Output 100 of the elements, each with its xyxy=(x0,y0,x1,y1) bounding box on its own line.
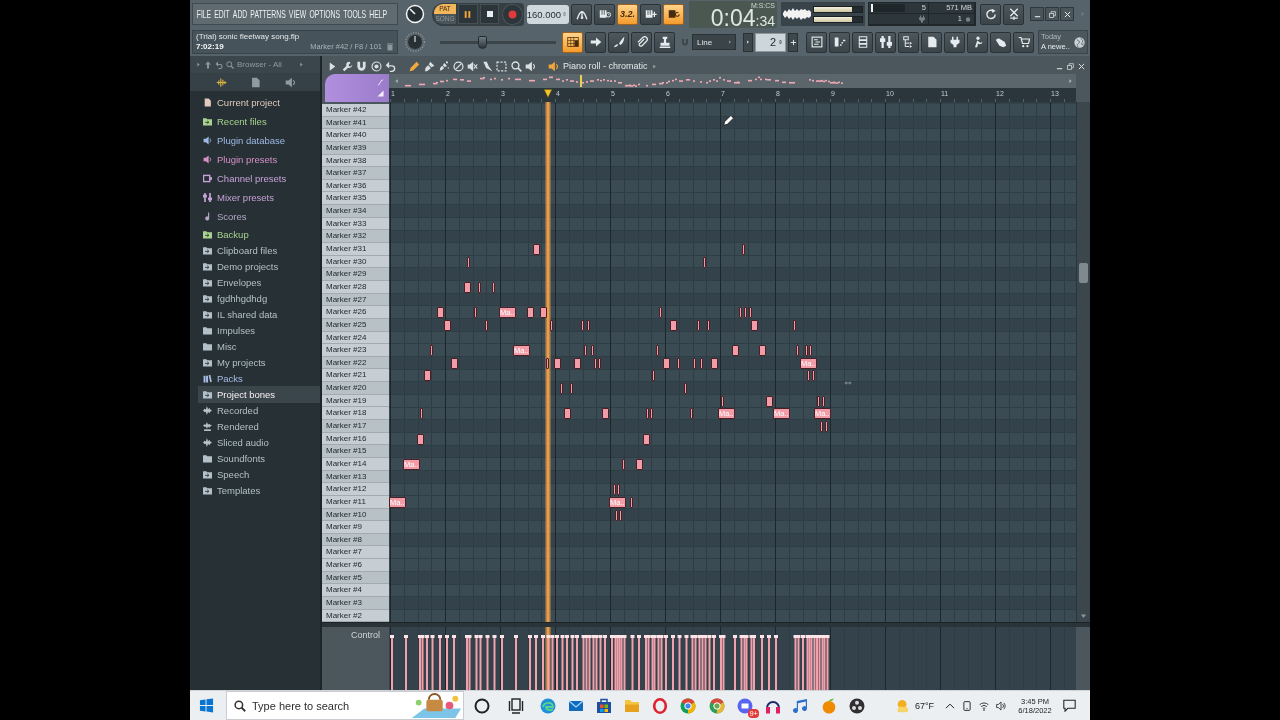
dashed-square-icon[interactable] xyxy=(496,60,507,72)
waveform-icon[interactable] xyxy=(215,76,227,88)
browser-item[interactable]: Speech xyxy=(198,466,320,483)
caret-icon[interactable] xyxy=(196,61,201,68)
toggle-button[interactable] xyxy=(594,3,615,25)
toolbar-button[interactable] xyxy=(1013,31,1034,53)
speaker-icon[interactable] xyxy=(525,60,536,72)
notification-icon[interactable] xyxy=(1063,699,1076,712)
up-arrow-icon[interactable] xyxy=(204,60,212,69)
swirl-icon[interactable] xyxy=(540,697,556,714)
volume-icon[interactable] xyxy=(996,700,1006,711)
browser-item[interactable]: Recent files xyxy=(198,112,320,131)
pencil-icon[interactable] xyxy=(409,60,420,72)
toolbar-button[interactable] xyxy=(585,31,606,53)
browser-item[interactable]: IL shared data xyxy=(198,306,320,323)
stacked-windows-icon[interactable] xyxy=(508,697,524,714)
lane-label[interactable]: Control xyxy=(351,629,380,641)
document-icon[interactable] xyxy=(250,76,262,88)
toolbar-button[interactable] xyxy=(608,31,629,53)
browser-item[interactable]: Backup xyxy=(198,226,320,243)
undo-icon[interactable] xyxy=(215,60,223,69)
snap-dropdown[interactable]: Line xyxy=(692,34,736,50)
knife-icon[interactable] xyxy=(481,60,493,72)
browser-item[interactable]: Mixer presets xyxy=(198,188,320,207)
browser-item[interactable]: fgdhhgdhdg xyxy=(198,290,320,307)
toolbar-button[interactable] xyxy=(875,31,896,53)
toggle-button[interactable] xyxy=(663,3,684,25)
channel-color-tab[interactable] xyxy=(325,74,389,102)
search-icon[interactable] xyxy=(226,60,234,69)
browser-item[interactable]: Plugin database xyxy=(198,131,320,150)
toolbar-button[interactable] xyxy=(990,31,1011,53)
menu-item[interactable]: EDIT xyxy=(214,7,230,21)
start-icon[interactable] xyxy=(199,698,214,713)
magnet-icon[interactable] xyxy=(356,60,367,72)
toolbar-button[interactable] xyxy=(921,31,942,53)
toggle-button[interactable] xyxy=(571,3,592,25)
restore-button[interactable] xyxy=(1045,7,1059,21)
toolbar-button[interactable] xyxy=(829,31,850,53)
menu-item[interactable]: OPTIONS xyxy=(309,7,341,21)
tricolor-circle-icon[interactable] xyxy=(680,697,696,714)
toolbar-button[interactable] xyxy=(654,31,675,53)
toolbar-button[interactable] xyxy=(944,31,965,53)
add-pattern-button[interactable] xyxy=(788,32,798,52)
toggle-button[interactable]: 3.2. xyxy=(617,3,638,25)
caret-down-icon[interactable] xyxy=(1080,613,1087,619)
menu-item[interactable]: FILE xyxy=(196,7,212,21)
browser-item[interactable]: Impulses xyxy=(198,322,320,339)
close-button[interactable] xyxy=(1060,7,1074,21)
toolbar-button[interactable] xyxy=(1003,3,1024,25)
toolbar-button[interactable] xyxy=(806,31,827,53)
browser-item[interactable]: Rendered xyxy=(198,418,320,435)
menu-item[interactable]: PATTERNS xyxy=(250,7,286,21)
browser-item[interactable]: Soundfonts xyxy=(198,450,320,467)
caret-icon[interactable] xyxy=(298,61,304,68)
toolbar-button[interactable] xyxy=(898,31,919,53)
weather-temp[interactable]: 67°F xyxy=(914,700,934,711)
music-notes-icon[interactable] xyxy=(793,697,809,714)
magnifier-icon[interactable] xyxy=(510,60,522,72)
scrollbar-thumb[interactable] xyxy=(1079,263,1088,283)
toolbar-button[interactable] xyxy=(852,31,873,53)
menu-item[interactable]: TOOLS xyxy=(343,7,367,21)
menu-item[interactable]: HELP xyxy=(369,7,388,21)
three-dots-circle-icon[interactable] xyxy=(849,697,865,714)
tempo-field[interactable]: 160.000 xyxy=(527,4,569,24)
target-icon[interactable] xyxy=(370,60,382,72)
browser-item[interactable]: Packs xyxy=(198,370,320,387)
ring-icon[interactable] xyxy=(474,697,490,714)
search-input[interactable]: Type here to search xyxy=(252,699,392,712)
play-pause-button[interactable] xyxy=(458,4,478,24)
shopping-bag-icon[interactable] xyxy=(596,697,612,714)
browser-item[interactable]: Project bones xyxy=(198,386,320,403)
pattern-field[interactable]: 2 xyxy=(755,32,786,52)
browser-item[interactable]: Envelopes xyxy=(198,274,320,291)
caret-icon[interactable] xyxy=(327,60,338,72)
speaker-icon[interactable] xyxy=(285,76,297,88)
browser-item[interactable]: Misc xyxy=(198,338,320,355)
brush-dots-icon[interactable] xyxy=(438,60,449,72)
browser-item[interactable]: Plugin presets xyxy=(198,150,320,169)
tricolor-circle-icon[interactable] xyxy=(709,697,725,714)
browser-item[interactable]: My projects xyxy=(198,354,320,371)
browser-item[interactable]: Recorded xyxy=(198,402,320,419)
toolbar-button[interactable] xyxy=(967,31,988,53)
toolbar-button[interactable] xyxy=(562,31,583,53)
stop-button[interactable] xyxy=(479,4,500,24)
browser-item[interactable]: Channel presets xyxy=(198,169,320,188)
restore-icon[interactable] xyxy=(1067,62,1074,70)
browser-item[interactable]: Current project xyxy=(198,93,320,112)
wifi-icon[interactable] xyxy=(979,700,989,711)
browser-item[interactable]: Scores xyxy=(198,207,320,226)
browser-item[interactable]: Demo projects xyxy=(198,258,320,275)
menu-item[interactable]: ADD xyxy=(232,7,248,21)
menu-item[interactable]: VIEW xyxy=(288,7,307,21)
no-entry-icon[interactable] xyxy=(452,60,464,72)
browser-item[interactable]: Clipboard files xyxy=(198,242,320,259)
tablet-icon[interactable] xyxy=(962,700,972,711)
toggle-button[interactable] xyxy=(640,3,661,25)
wrench-icon[interactable] xyxy=(341,60,353,72)
toolbar-button[interactable] xyxy=(631,31,652,53)
spinner-icon[interactable] xyxy=(778,38,783,46)
browser-item[interactable]: Sliced audio xyxy=(198,434,320,451)
